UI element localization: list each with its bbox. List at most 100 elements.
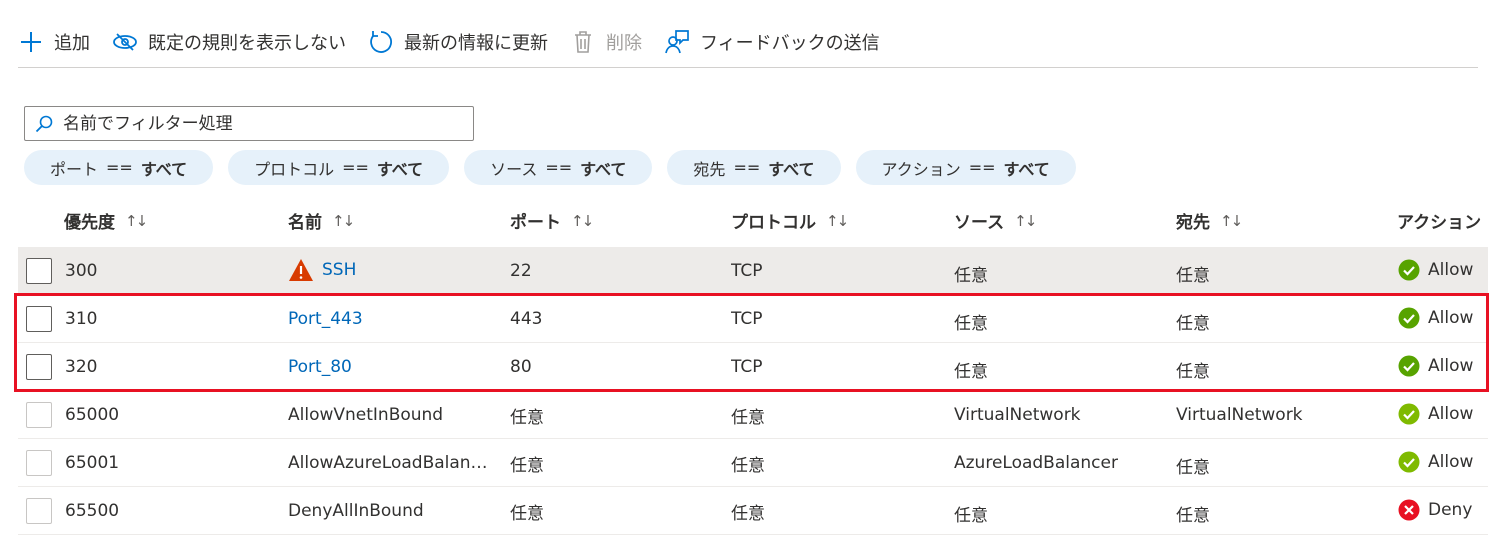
table-row[interactable]: 310 Port_443 443 TCP 任意 任意 Allow bbox=[18, 295, 1488, 343]
hide-default-rules-label: 既定の規則を表示しない bbox=[148, 33, 346, 54]
column-header-port[interactable]: ポート ↑↓ bbox=[510, 208, 594, 234]
table-row[interactable]: 65000 AllowVnetInBound 任意 任意 VirtualNetw… bbox=[18, 391, 1488, 439]
action-label: Allow bbox=[1428, 356, 1474, 376]
send-feedback-button[interactable]: フィードバックの送信 bbox=[664, 22, 880, 62]
table-row[interactable]: 320 Port_80 80 TCP 任意 任意 Allow bbox=[18, 343, 1488, 391]
source-cell: 任意 bbox=[954, 362, 988, 382]
column-header-label: プロトコル bbox=[731, 213, 816, 233]
action-cell: Allow bbox=[1398, 259, 1473, 281]
send-feedback-label: フィードバックの送信 bbox=[700, 33, 880, 54]
pill-key: 宛先 bbox=[693, 159, 726, 179]
sort-icon: ↑↓ bbox=[571, 211, 594, 230]
protocol-cell: TCP bbox=[731, 357, 763, 377]
pill-key: ソース bbox=[490, 159, 538, 179]
rule-name-link[interactable]: SSH bbox=[322, 260, 356, 280]
pill-key: アクション bbox=[881, 159, 961, 179]
priority-cell: 65000 bbox=[65, 405, 120, 425]
add-button[interactable]: 追加 bbox=[18, 22, 90, 62]
allow-check-icon bbox=[1398, 355, 1420, 377]
allow-check-icon bbox=[1398, 259, 1420, 281]
hide-default-rules-button[interactable]: 既定の規則を表示しない bbox=[112, 22, 346, 62]
sort-icon: ↑↓ bbox=[1220, 211, 1243, 230]
action-label: Deny bbox=[1428, 500, 1473, 520]
action-label: Allow bbox=[1428, 404, 1474, 424]
row-checkbox[interactable] bbox=[26, 306, 52, 332]
eye-hide-icon bbox=[112, 29, 138, 55]
action-cell: Deny bbox=[1398, 499, 1472, 521]
trash-icon bbox=[570, 29, 596, 55]
protocol-cell: 任意 bbox=[731, 408, 765, 428]
sort-icon: ↑↓ bbox=[125, 211, 148, 230]
column-header-protocol[interactable]: プロトコル ↑↓ bbox=[731, 208, 849, 234]
name-cell: AllowAzureLoadBalan… bbox=[288, 453, 488, 473]
column-header-priority[interactable]: 優先度 ↑↓ bbox=[64, 208, 148, 234]
row-checkbox[interactable] bbox=[26, 450, 52, 476]
column-header-destination[interactable]: 宛先 ↑↓ bbox=[1176, 208, 1243, 234]
name-cell[interactable]: SSH bbox=[288, 258, 356, 282]
source-cell: 任意 bbox=[954, 266, 988, 286]
source-cell: VirtualNetwork bbox=[954, 405, 1081, 425]
table-row[interactable]: 300 SSH 22 TCP 任意 任意 Allow bbox=[18, 247, 1488, 295]
filter-pills: ポート == すべて プロトコル == すべて ソース == すべて 宛先 ==… bbox=[24, 150, 1091, 185]
priority-cell: 310 bbox=[65, 309, 98, 329]
rule-name-link[interactable]: Port_443 bbox=[288, 309, 363, 329]
table-row[interactable]: 65001 AllowAzureLoadBalan… 任意 任意 AzureLo… bbox=[18, 439, 1488, 487]
protocol-cell: 任意 bbox=[731, 456, 765, 476]
delete-label: 削除 bbox=[606, 33, 642, 54]
column-header-name[interactable]: 名前 ↑↓ bbox=[288, 208, 355, 234]
source-cell: AzureLoadBalancer bbox=[954, 453, 1118, 473]
protocol-cell: TCP bbox=[731, 261, 763, 281]
source-cell: 任意 bbox=[954, 506, 988, 526]
table-header: 優先度 ↑↓ 名前 ↑↓ ポート ↑↓ プロトコル ↑↓ ソース ↑↓ 宛先 ↑↓ アクショ… bbox=[18, 198, 1488, 244]
pill-key: ポート bbox=[50, 159, 99, 179]
column-header-label: ソース bbox=[954, 213, 1005, 233]
pill-port[interactable]: ポート == すべて bbox=[24, 150, 214, 185]
name-cell: AllowVnetInBound bbox=[288, 405, 444, 425]
name-filter-box[interactable] bbox=[24, 106, 474, 141]
pill-value: すべて bbox=[768, 159, 815, 179]
column-header-source[interactable]: ソース ↑↓ bbox=[954, 208, 1037, 234]
port-cell: 任意 bbox=[510, 408, 544, 428]
sort-icon: ↑↓ bbox=[1014, 211, 1037, 230]
pill-operator: == bbox=[342, 158, 369, 177]
deny-x-icon bbox=[1398, 499, 1420, 521]
row-checkbox[interactable] bbox=[26, 354, 52, 380]
destination-cell: 任意 bbox=[1176, 458, 1210, 478]
pill-value: すべて bbox=[1003, 159, 1050, 179]
pill-key: プロトコル bbox=[254, 159, 335, 179]
pill-operator: == bbox=[968, 158, 996, 177]
rule-name-link[interactable]: Port_80 bbox=[288, 357, 352, 377]
sort-icon: ↑↓ bbox=[826, 211, 849, 230]
delete-button[interactable]: 削除 bbox=[570, 22, 642, 62]
refresh-button[interactable]: 最新の情報に更新 bbox=[368, 22, 548, 62]
pill-source[interactable]: ソース == すべて bbox=[464, 150, 653, 185]
pill-action[interactable]: アクション == すべて bbox=[855, 150, 1076, 185]
column-header-label: 優先度 bbox=[64, 213, 115, 233]
column-header-label: ポート bbox=[510, 213, 561, 233]
pill-value: すべて bbox=[376, 159, 424, 179]
pill-value: すべて bbox=[580, 159, 627, 179]
pill-protocol[interactable]: プロトコル == すべて bbox=[228, 150, 450, 185]
refresh-icon bbox=[368, 29, 394, 55]
destination-cell: VirtualNetwork bbox=[1176, 405, 1303, 425]
row-checkbox[interactable] bbox=[26, 258, 52, 284]
row-checkbox[interactable] bbox=[26, 402, 52, 428]
priority-cell: 320 bbox=[65, 357, 98, 377]
name-cell: DenyAllInBound bbox=[288, 501, 424, 521]
table-row[interactable]: 65500 DenyAllInBound 任意 任意 任意 任意 Deny bbox=[18, 487, 1488, 535]
port-cell: 80 bbox=[510, 357, 532, 377]
port-cell: 22 bbox=[510, 261, 532, 281]
column-header-label: 宛先 bbox=[1176, 213, 1210, 233]
port-cell: 任意 bbox=[510, 504, 544, 524]
name-filter-input[interactable] bbox=[63, 113, 473, 134]
allow-check-icon bbox=[1398, 307, 1420, 329]
pill-operator: == bbox=[545, 158, 573, 177]
row-checkbox[interactable] bbox=[26, 498, 52, 524]
column-header-action[interactable]: アクション bbox=[1397, 208, 1481, 233]
action-cell: Allow bbox=[1398, 403, 1473, 425]
add-label: 追加 bbox=[54, 33, 90, 54]
destination-cell: 任意 bbox=[1176, 362, 1210, 382]
pill-destination[interactable]: 宛先 == すべて bbox=[667, 150, 841, 185]
destination-cell: 任意 bbox=[1176, 266, 1210, 286]
protocol-cell: 任意 bbox=[731, 504, 765, 524]
